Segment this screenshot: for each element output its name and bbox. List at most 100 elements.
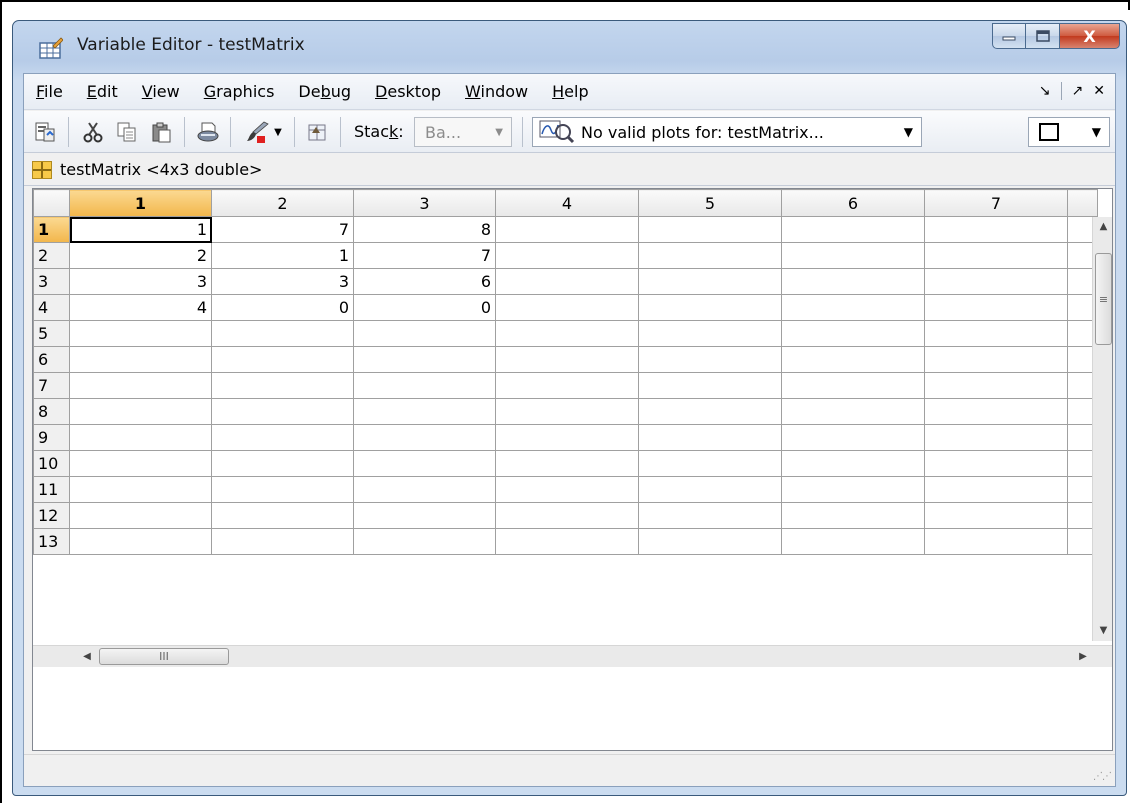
table-cell[interactable]: [781, 528, 925, 555]
table-cell[interactable]: [638, 450, 782, 477]
table-cell[interactable]: [211, 528, 354, 555]
table-cell[interactable]: [638, 476, 782, 503]
resize-grip-icon[interactable]: ⋰⋰: [1093, 771, 1112, 782]
table-cell[interactable]: [495, 216, 639, 243]
table-cell[interactable]: [211, 346, 354, 373]
new-variable-button[interactable]: [304, 117, 330, 147]
table-cell[interactable]: [781, 320, 925, 347]
vertical-scrollbar[interactable]: ▲ ≡ ▼: [1092, 217, 1112, 641]
chevron-down-icon[interactable]: ▼: [274, 127, 282, 138]
table-cell[interactable]: [924, 346, 1068, 373]
row-header[interactable]: 3: [33, 268, 70, 295]
row-header[interactable]: 8: [33, 398, 70, 425]
table-cell[interactable]: [495, 320, 639, 347]
minimize-button[interactable]: [992, 23, 1026, 49]
plot-selector-dropdown[interactable]: No valid plots for: testMatrix... ▼: [532, 117, 922, 147]
table-cell[interactable]: 0: [353, 294, 496, 321]
table-cell[interactable]: [495, 346, 639, 373]
undock-icon[interactable]: ↘: [1039, 83, 1051, 99]
menu-help[interactable]: Help: [552, 82, 588, 101]
table-cell[interactable]: 3: [69, 268, 212, 295]
table-cell[interactable]: [638, 268, 782, 295]
table-cell[interactable]: 6: [353, 268, 496, 295]
table-cell[interactable]: 4: [69, 294, 212, 321]
table-cell[interactable]: [69, 398, 212, 425]
menu-debug[interactable]: Debug: [298, 82, 351, 101]
table-cell[interactable]: [781, 268, 925, 295]
stack-dropdown[interactable]: Ba... ▼: [414, 117, 512, 147]
column-header[interactable]: 4: [495, 189, 639, 217]
row-header[interactable]: 4: [33, 294, 70, 321]
table-cell[interactable]: [69, 476, 212, 503]
column-header[interactable]: 7: [924, 189, 1068, 217]
table-cell[interactable]: 0: [211, 294, 354, 321]
table-cell[interactable]: 2: [69, 242, 212, 269]
table-cell[interactable]: [495, 450, 639, 477]
title-bar[interactable]: Variable Editor - testMatrix X: [13, 21, 1126, 73]
menu-view[interactable]: View: [142, 82, 180, 101]
table-cell[interactable]: [638, 216, 782, 243]
table-cell[interactable]: [638, 320, 782, 347]
horizontal-scroll-thumb[interactable]: III: [99, 648, 229, 665]
table-cell[interactable]: [353, 528, 496, 555]
table-cell[interactable]: [211, 424, 354, 451]
table-cell[interactable]: [638, 242, 782, 269]
row-header[interactable]: 9: [33, 424, 70, 451]
table-cell[interactable]: [781, 216, 925, 243]
table-cell[interactable]: [69, 424, 212, 451]
row-header[interactable]: 7: [33, 372, 70, 399]
row-header[interactable]: 11: [33, 476, 70, 503]
table-cell[interactable]: 7: [353, 242, 496, 269]
table-cell[interactable]: [495, 476, 639, 503]
table-cell[interactable]: [924, 320, 1068, 347]
table-cell[interactable]: [353, 450, 496, 477]
table-cell[interactable]: [781, 424, 925, 451]
table-cell[interactable]: [924, 450, 1068, 477]
column-header[interactable]: 5: [638, 189, 782, 217]
cut-button[interactable]: [80, 117, 106, 147]
table-cell[interactable]: [211, 372, 354, 399]
column-header[interactable]: 6: [781, 189, 925, 217]
row-header[interactable]: 13: [33, 528, 70, 555]
row-header[interactable]: 1: [33, 216, 70, 243]
print-button[interactable]: [194, 117, 222, 147]
table-cell[interactable]: [495, 398, 639, 425]
table-cell[interactable]: [781, 450, 925, 477]
menu-edit[interactable]: Edit: [87, 82, 118, 101]
table-cell[interactable]: [495, 242, 639, 269]
table-cell[interactable]: [638, 372, 782, 399]
table-cell[interactable]: [353, 398, 496, 425]
table-cell[interactable]: [353, 346, 496, 373]
scroll-left-icon[interactable]: ◀: [77, 646, 97, 668]
table-cell[interactable]: 8: [353, 216, 496, 243]
table-cell[interactable]: [69, 502, 212, 529]
column-header[interactable]: 1: [69, 189, 212, 217]
table-cell[interactable]: [924, 216, 1068, 243]
select-all-corner[interactable]: [33, 189, 70, 217]
close-document-icon[interactable]: ✕: [1093, 83, 1105, 99]
table-cell[interactable]: [353, 372, 496, 399]
table-cell[interactable]: [781, 346, 925, 373]
table-cell[interactable]: [924, 268, 1068, 295]
table-cell[interactable]: [638, 398, 782, 425]
table-cell[interactable]: [211, 502, 354, 529]
menu-file[interactable]: File: [36, 82, 63, 101]
table-cell[interactable]: [638, 502, 782, 529]
row-header[interactable]: 5: [33, 320, 70, 347]
vertical-scroll-thumb[interactable]: ≡: [1095, 253, 1112, 345]
box-selector-dropdown[interactable]: ▼: [1028, 117, 1110, 147]
copy-button[interactable]: [114, 117, 140, 147]
table-cell[interactable]: [69, 346, 212, 373]
scroll-up-icon[interactable]: ▲: [1093, 217, 1112, 237]
table-cell[interactable]: [69, 450, 212, 477]
table-cell[interactable]: [495, 372, 639, 399]
table-cell[interactable]: [495, 424, 639, 451]
table-cell[interactable]: [924, 424, 1068, 451]
table-cell[interactable]: [495, 294, 639, 321]
menu-window[interactable]: Window: [465, 82, 528, 101]
table-cell[interactable]: [924, 294, 1068, 321]
table-cell[interactable]: [781, 294, 925, 321]
table-cell[interactable]: [69, 372, 212, 399]
table-cell[interactable]: [638, 346, 782, 373]
table-cell[interactable]: 1: [211, 242, 354, 269]
